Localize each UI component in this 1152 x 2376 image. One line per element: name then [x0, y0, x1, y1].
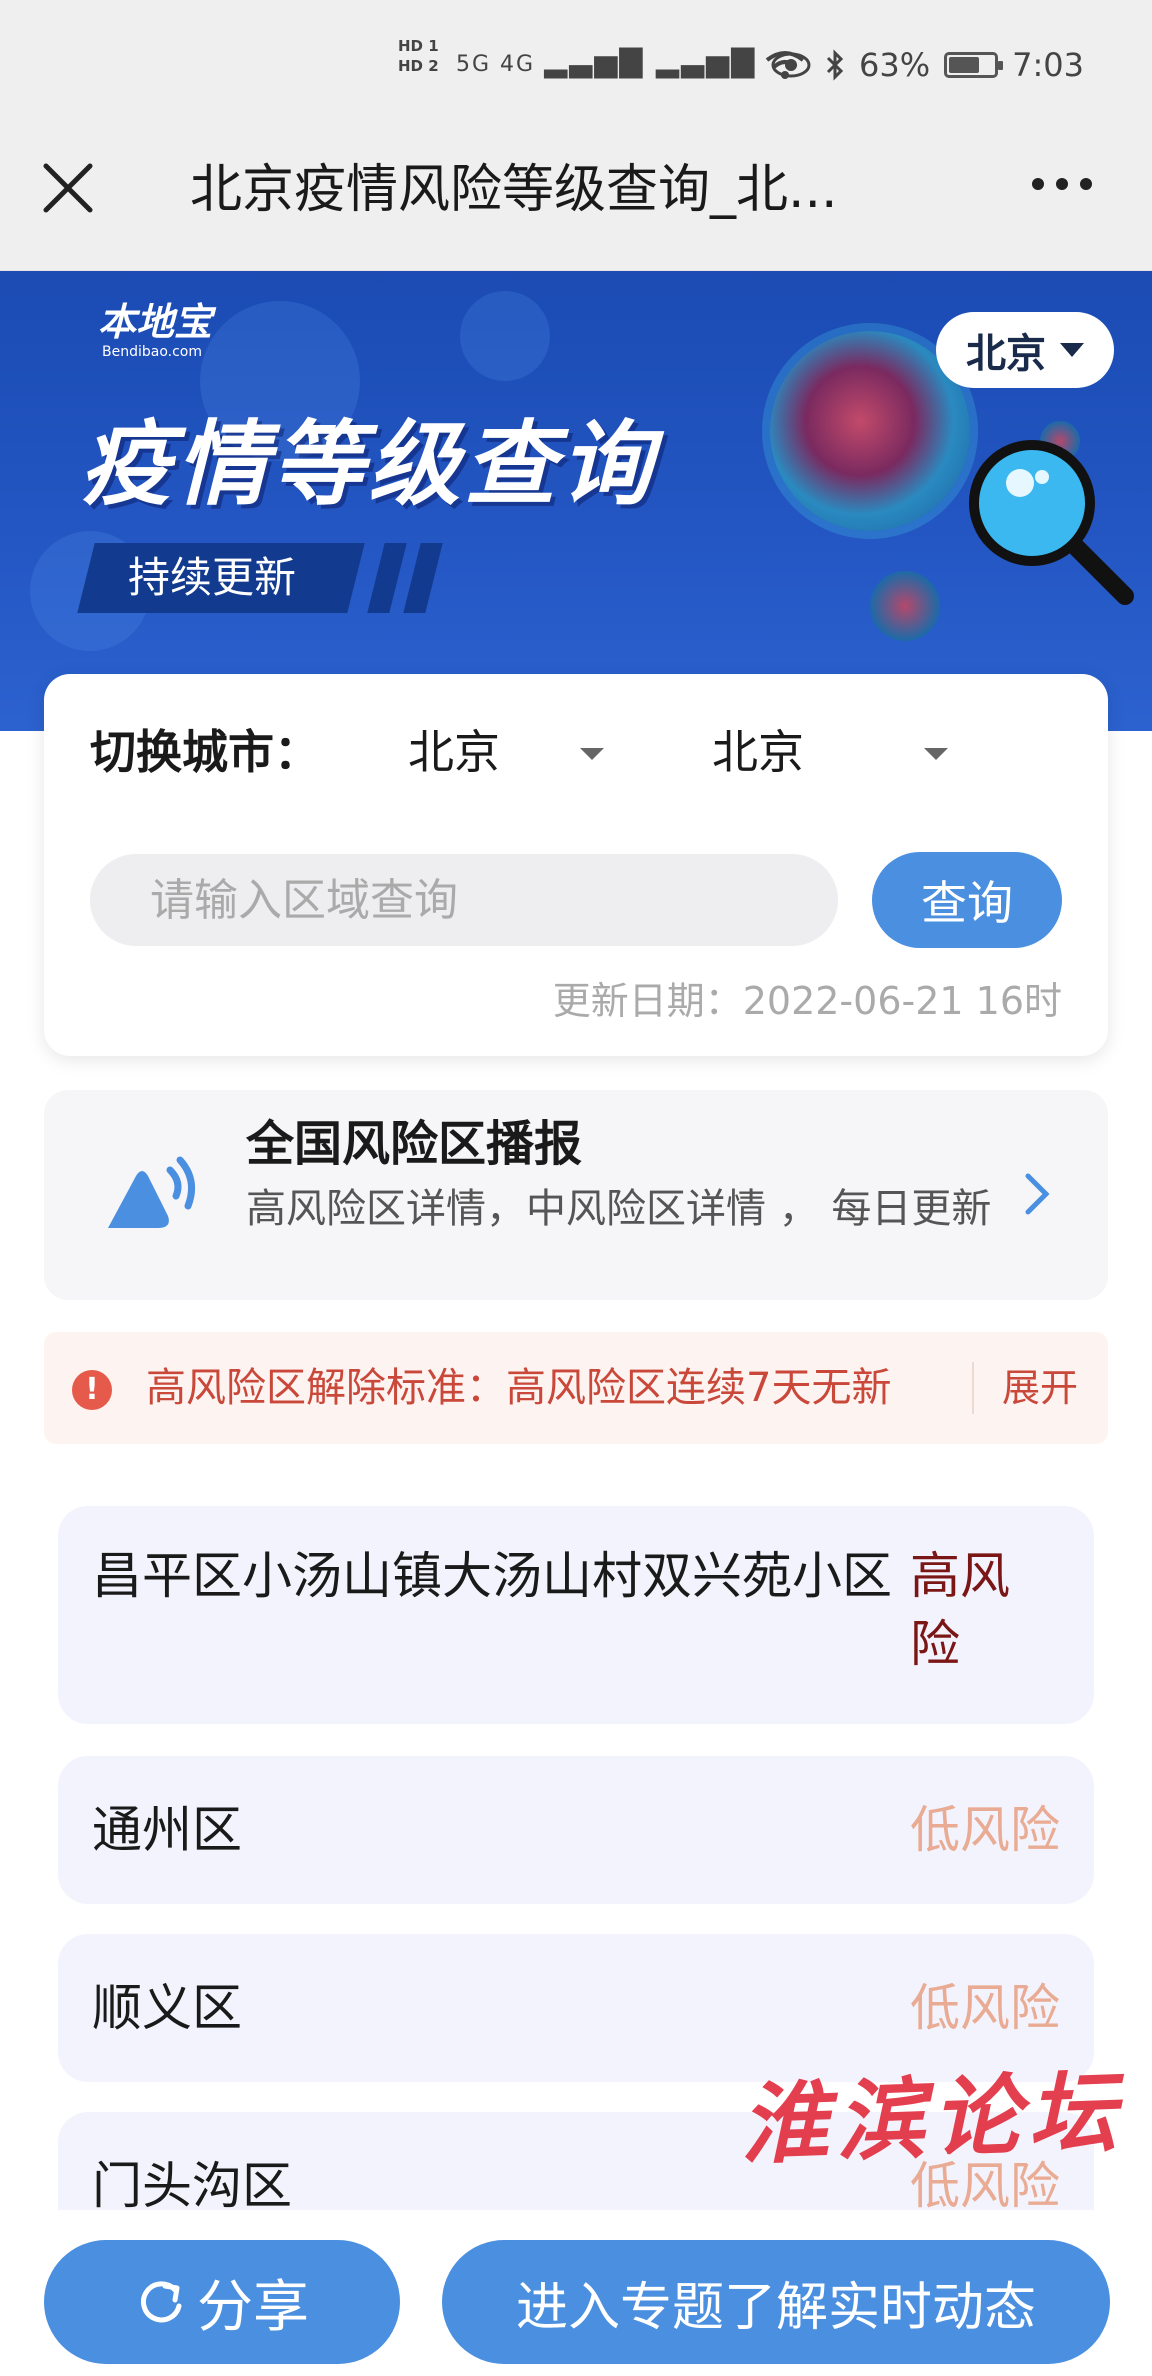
broadcast-desc: 高风险区详情，中风险区详情 ， 每日更新	[246, 1186, 992, 1232]
sim-indicator: HD 1 HD 2	[398, 36, 439, 76]
city-dropdown-icon[interactable]	[924, 748, 948, 760]
banner-tag: 持续更新	[128, 553, 297, 602]
sim1-label: HD 1	[398, 37, 439, 55]
chevron-down-icon	[1060, 343, 1084, 357]
city-selector-pill[interactable]: 北京	[936, 312, 1114, 388]
logo-text: 本地宝	[98, 300, 213, 344]
alert-icon: !	[72, 1370, 112, 1410]
release-standard-notice: ! 高风险区解除标准：高风险区连续7天无新 展开	[44, 1332, 1108, 1444]
notice-text: 高风险区解除标准：高风险区连续7天无新	[146, 1365, 892, 1411]
divider	[972, 1362, 974, 1414]
area-name: 顺义区	[92, 1979, 242, 2037]
bluetooth-icon	[826, 49, 844, 81]
clock: 7:03	[1012, 46, 1084, 84]
update-date: 更新日期：2022-06-21 16时	[552, 979, 1062, 1023]
battery-percent: 63%	[859, 46, 931, 84]
national-risk-broadcast[interactable]: 全国风险区播报 高风险区详情，中风险区详情 ， 每日更新	[44, 1090, 1108, 1300]
network-label: 5G 4G	[456, 52, 536, 77]
eye-icon	[771, 52, 811, 78]
area-row[interactable]: 通州区 低风险	[58, 1756, 1094, 1904]
search-button[interactable]: 查询	[872, 852, 1062, 948]
share-label: 分享	[197, 2274, 309, 2340]
broadcast-icon	[108, 1156, 196, 1228]
more-menu-icon[interactable]	[1032, 178, 1092, 190]
chevron-right-icon	[1025, 1173, 1050, 1215]
province-select[interactable]: 北京	[408, 722, 500, 782]
risk-level: 低风险	[910, 1801, 1060, 1859]
area-name: 昌平区小汤山镇大汤山村双兴苑小区	[92, 1547, 892, 1605]
close-icon[interactable]	[40, 160, 96, 216]
magnifier-icon	[969, 440, 1134, 605]
page-title: 北京疫情风险等级查询_北...	[190, 160, 838, 220]
status-right: 63% 7:03	[771, 46, 1084, 84]
battery-icon	[944, 52, 1004, 78]
area-row[interactable]: 昌平区小汤山镇大汤山村双兴苑小区 高风险	[58, 1506, 1094, 1724]
switch-city-label: 切换城市：	[90, 725, 320, 779]
area-name: 通州区	[92, 1801, 242, 1859]
city-pill-label: 北京	[966, 331, 1046, 377]
broadcast-title: 全国风险区播报	[246, 1116, 583, 1172]
area-search-input[interactable]	[90, 854, 838, 946]
risk-level: 低风险	[910, 1979, 1060, 2037]
signal-icon: 5G 4G ▂▃▅▇ ▂▃▅▇	[456, 44, 805, 80]
province-dropdown-icon[interactable]	[580, 748, 604, 760]
forum-watermark: 淮滨论坛	[738, 2059, 1126, 2177]
sim2-label: HD 2	[398, 57, 439, 75]
logo-subtext: Bendibao.com	[102, 344, 203, 360]
bendibao-logo: 本地宝 Bendibao.com	[98, 300, 212, 360]
share-button[interactable]: 分享	[44, 2240, 400, 2364]
search-card: 切换城市： 北京 北京 查询 更新日期：2022-06-21 16时	[44, 674, 1108, 1056]
risk-level: 高风险	[910, 1547, 1010, 1673]
city-select[interactable]: 北京	[712, 722, 804, 782]
enter-topic-button[interactable]: 进入专题了解实时动态	[442, 2240, 1110, 2364]
expand-button[interactable]: 展开	[1002, 1358, 1078, 1418]
share-icon	[141, 2281, 182, 2323]
banner-title: 疫情等级查询	[80, 411, 657, 518]
status-bar: HD 1 HD 2 5G 4G ▂▃▅▇ ▂▃▅▇ 63% 7:03	[0, 0, 1152, 135]
